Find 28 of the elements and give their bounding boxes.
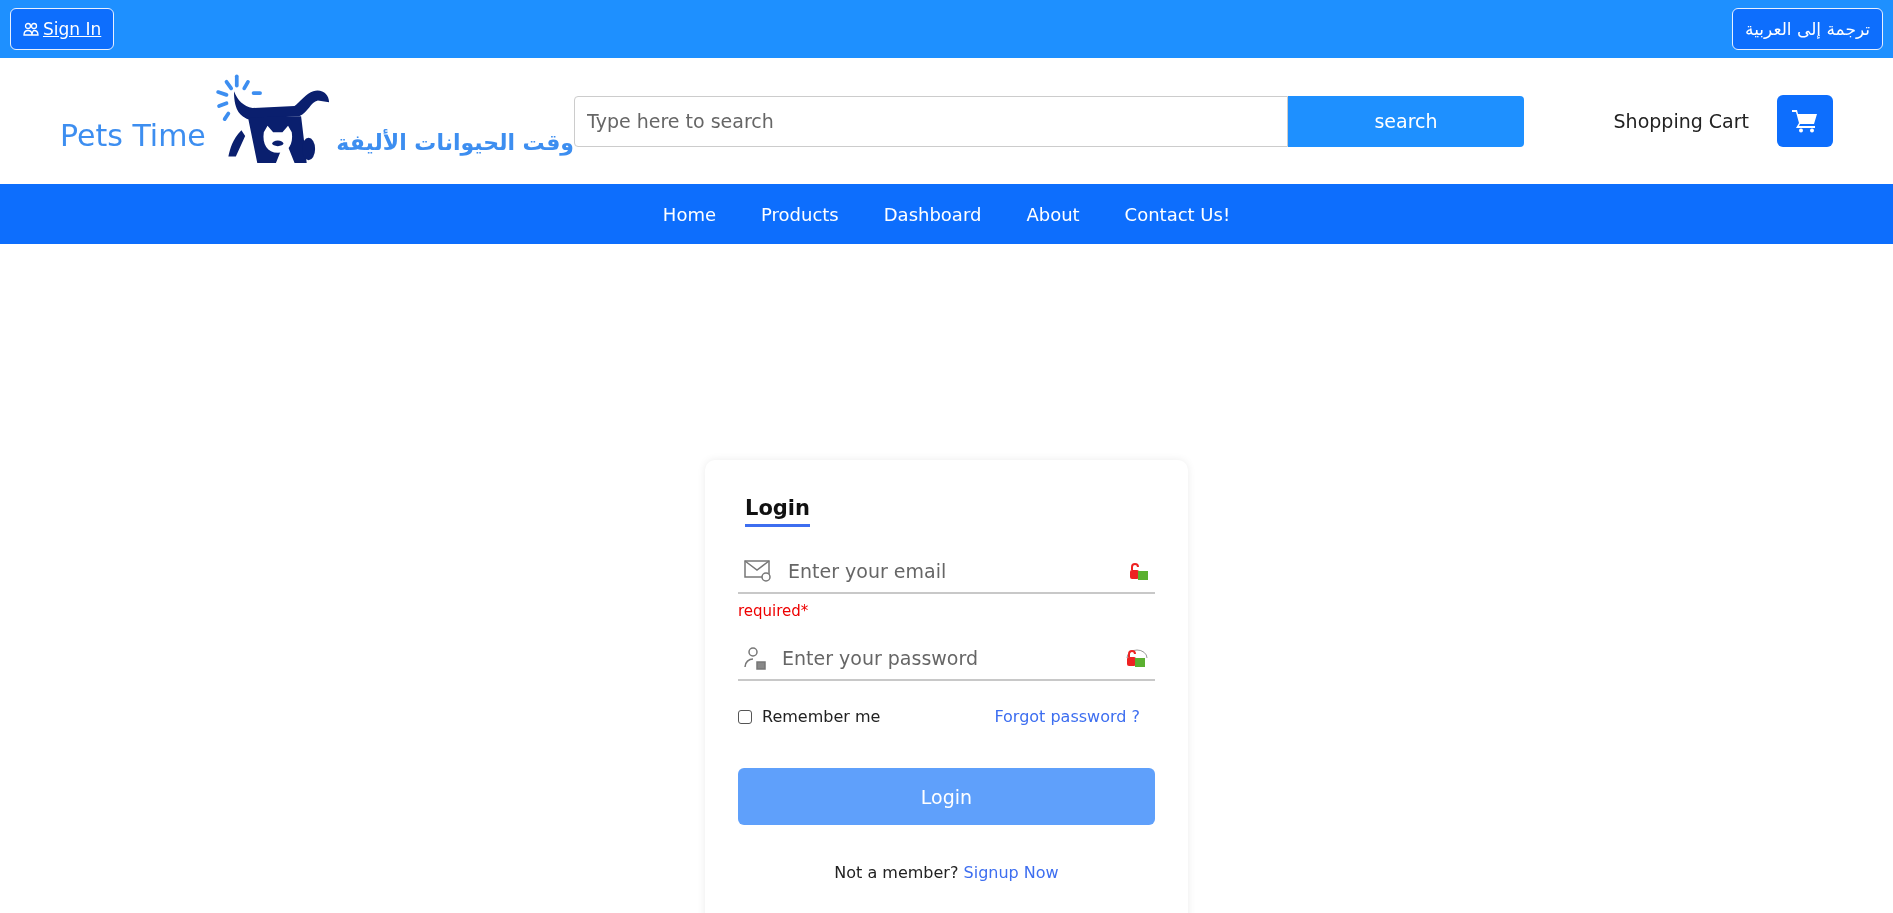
envelope-icon bbox=[744, 559, 772, 582]
remember-label: Remember me bbox=[762, 707, 881, 726]
nav-link[interactable]: Contact Us! bbox=[1124, 203, 1231, 225]
lock-icon bbox=[1129, 561, 1149, 580]
checkbox[interactable] bbox=[738, 709, 752, 724]
logo-tagline: وقت الحيوانات الأليفة bbox=[336, 130, 574, 155]
nav-link[interactable]: About bbox=[1026, 203, 1080, 225]
user-lock-icon bbox=[744, 645, 766, 670]
search-field[interactable]: Type here to search bbox=[574, 95, 1288, 147]
login-title: Login bbox=[745, 496, 810, 527]
signup-link[interactable]: Signup Now bbox=[963, 863, 1059, 882]
forgot-password-link[interactable]: Forgot password ? bbox=[994, 707, 1140, 726]
nav-link[interactable]: Products bbox=[761, 203, 839, 225]
signup-prompt: Not a member? bbox=[834, 863, 959, 882]
nav-link[interactable]: Dashboard bbox=[883, 203, 982, 225]
remember-checkbox[interactable]: Remember me bbox=[738, 707, 881, 726]
cart-button[interactable] bbox=[1777, 95, 1833, 147]
sign-in-button[interactable]: Sign In bbox=[10, 8, 115, 50]
shopping-cart-label: Shopping Cart bbox=[1613, 110, 1749, 132]
nav-link[interactable]: Home bbox=[662, 203, 716, 225]
logo-name: Pets Time bbox=[60, 118, 206, 153]
lock-icon bbox=[1125, 648, 1149, 667]
search-button[interactable]: search bbox=[1288, 95, 1524, 147]
login-button[interactable]: Login bbox=[738, 768, 1155, 825]
cart-icon bbox=[1792, 109, 1818, 133]
translate-button[interactable]: ترجمة إلى العربية bbox=[1732, 8, 1883, 50]
error-message: required* bbox=[738, 602, 810, 620]
users-icon bbox=[23, 22, 39, 36]
